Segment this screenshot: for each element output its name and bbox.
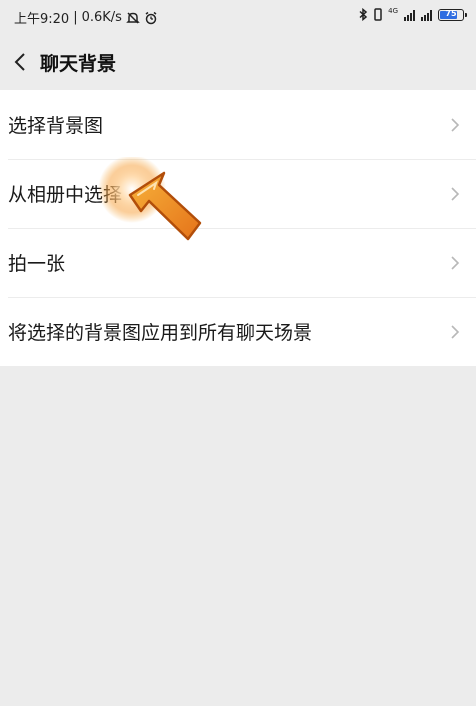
- alarm-clock-icon: [145, 11, 157, 24]
- page-title: 聊天背景: [40, 52, 117, 75]
- status-left: 上午9:20 | 0.6K/s: [14, 8, 158, 27]
- chevron-right-icon: [451, 186, 460, 201]
- menu-item-label: 拍一张: [8, 253, 66, 275]
- menu-item-label: 选择背景图: [8, 115, 104, 137]
- bell-off-icon: [126, 11, 140, 24]
- chevron-right-icon: [451, 324, 460, 339]
- chevron-left-icon: [14, 53, 25, 71]
- status-speed: 0.6K/s: [81, 10, 122, 25]
- battery-level: 75: [445, 8, 457, 18]
- back-button[interactable]: [0, 34, 40, 90]
- menu-item-label: 从相册中选择: [8, 184, 123, 206]
- status-time: 上午9:20: [14, 12, 70, 27]
- settings-list: 选择背景图 从相册中选择 拍一张 将选择的背景图应用到所有聊天场景: [0, 90, 476, 366]
- chevron-right-icon: [451, 117, 460, 132]
- battery-icon: 75: [438, 8, 467, 21]
- network-type-label: 4G: [388, 6, 398, 15]
- status-right: 4G 75: [358, 6, 467, 21]
- status-separator: |: [73, 10, 78, 25]
- status-bar: 上午9:20 | 0.6K/s 4G 75: [0, 0, 476, 34]
- vibrate-icon: [374, 8, 382, 21]
- signal-icon-secondary: [421, 9, 432, 21]
- menu-item-apply-to-all-chats[interactable]: 将选择的背景图应用到所有聊天场景: [0, 297, 476, 366]
- menu-item-choose-from-album[interactable]: 从相册中选择: [0, 159, 476, 228]
- menu-item-take-photo[interactable]: 拍一张: [0, 228, 476, 297]
- chevron-right-icon: [451, 255, 460, 270]
- bluetooth-icon: [359, 8, 368, 21]
- menu-item-label: 将选择的背景图应用到所有聊天场景: [8, 322, 313, 344]
- menu-item-choose-background[interactable]: 选择背景图: [0, 90, 476, 159]
- signal-icon: [404, 9, 415, 21]
- title-bar: 聊天背景: [0, 34, 476, 90]
